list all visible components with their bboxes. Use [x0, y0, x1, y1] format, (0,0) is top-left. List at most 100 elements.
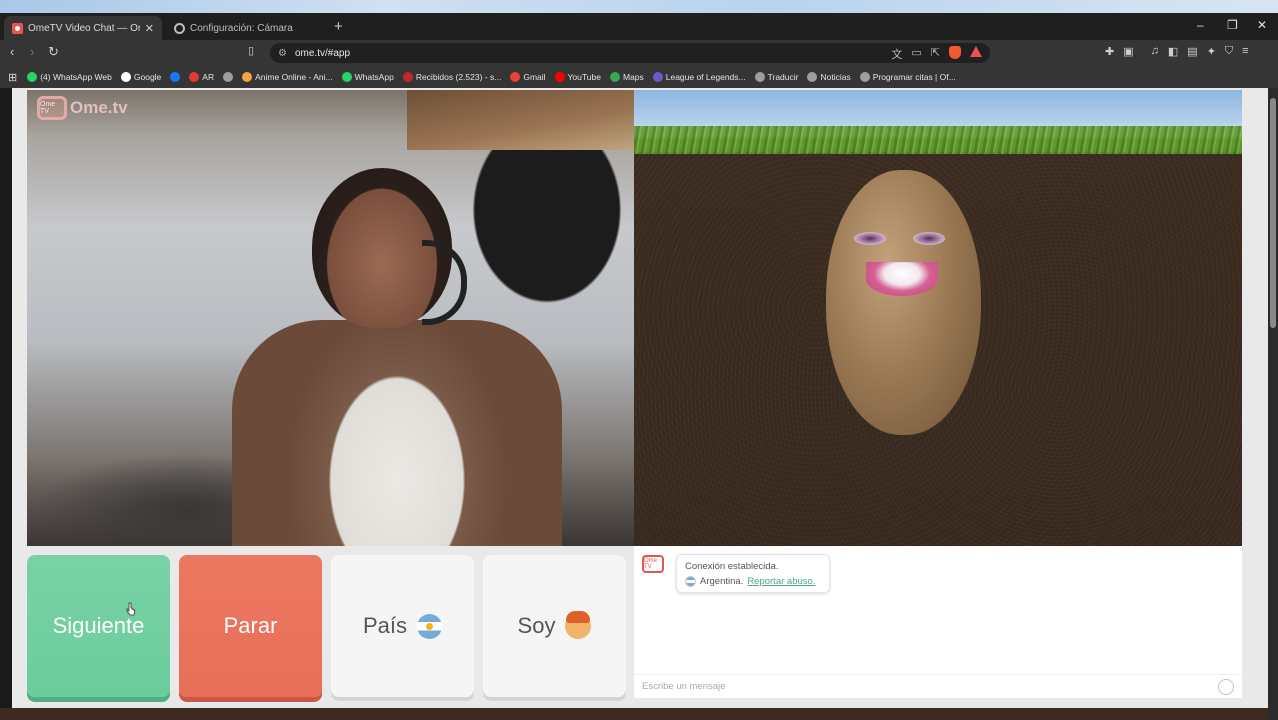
- bookmark-label: Programar citas | Of...: [872, 72, 956, 82]
- bookmark-label: Traducir: [767, 72, 799, 82]
- maximize-button[interactable]: ❐: [1227, 18, 1238, 32]
- bookmark-favicon-icon: [223, 72, 234, 82]
- bookmark-favicon-icon: [554, 72, 565, 82]
- bookmark-label: Gmail: [523, 72, 546, 82]
- extensions-icon[interactable]: ✚: [1105, 45, 1114, 58]
- gear-icon: [174, 22, 185, 34]
- tab-title: Configuración: Cámara: [190, 22, 293, 34]
- translate-icon[interactable]: 文: [891, 46, 902, 62]
- bookmark-item[interactable]: WhatsApp: [341, 72, 394, 82]
- bookmark-label: WhatsApp: [354, 72, 394, 82]
- message-input[interactable]: Escribe un mensaje: [634, 674, 1242, 698]
- bookmark-favicon-icon: [652, 72, 663, 82]
- bookmark-item[interactable]: YouTube: [554, 72, 601, 82]
- bookmark-favicon-icon: [807, 72, 818, 82]
- forward-arrow-icon[interactable]: ›: [30, 44, 34, 59]
- country-button[interactable]: País: [331, 555, 474, 697]
- back-arrow-icon[interactable]: ‹: [10, 44, 14, 59]
- gender-button[interactable]: Soy: [483, 555, 626, 697]
- tv-logo-icon: Ome TV: [37, 96, 67, 120]
- page-scrollbar[interactable]: [1268, 88, 1278, 720]
- bookmark-item[interactable]: (4) WhatsApp Web: [27, 72, 112, 82]
- system-message: Conexión establecida. Argentina. Reporta…: [676, 554, 830, 593]
- remote-video: [634, 90, 1242, 546]
- bookmarks-bar: ⊞ (4) WhatsApp Web Google AR Anime Online -…: [0, 66, 1278, 88]
- leo-ai-icon[interactable]: ✦: [1207, 45, 1216, 58]
- argentina-flag-icon: [417, 613, 443, 639]
- bookmark-favicon-icon: [510, 72, 521, 82]
- ometv-app: Ome TV Ome.tv Siguiente Parar País Soy O…: [12, 88, 1268, 708]
- bookmark-favicon-icon: [27, 72, 38, 82]
- person-body: [232, 320, 562, 546]
- address-bar[interactable]: ⚙ ome.tv/#app 文 ▭ ⇱: [270, 43, 990, 63]
- bookmark-item[interactable]: Anime Online - Ani...: [242, 72, 333, 82]
- mouth: [866, 262, 938, 296]
- sidebar-icon[interactable]: ◧: [1168, 45, 1178, 58]
- bookmark-item[interactable]: AR: [189, 72, 214, 82]
- bookmark-item[interactable]: Traducir: [754, 72, 799, 82]
- bookmark-label: Noticias: [820, 72, 851, 82]
- bookmark-item[interactable]: [223, 72, 234, 82]
- wallet-icon[interactable]: ▤: [1187, 45, 1197, 58]
- report-abuse-link[interactable]: Reportar abuso.: [747, 574, 815, 589]
- web-page: Ome TV Ome.tv Siguiente Parar País Soy O…: [0, 88, 1278, 720]
- share-icon[interactable]: ⇱: [931, 46, 940, 62]
- grass: [634, 126, 1242, 154]
- logo-text: Ome.tv: [70, 98, 128, 117]
- ometv-logo: Ome TV Ome.tv: [37, 96, 128, 120]
- bookmark-item[interactable]: Recibidos (2.523) - s...: [402, 72, 502, 82]
- bookmark-favicon-icon: [242, 72, 253, 82]
- bookmark-label: Recibidos (2.523) - s...: [415, 72, 502, 82]
- url-text: ome.tv/#app: [294, 47, 351, 59]
- bookmark-item[interactable]: Google: [120, 72, 162, 82]
- bookmark-label: AR: [202, 72, 215, 82]
- close-window-button[interactable]: ✕: [1257, 18, 1267, 32]
- cast-icon[interactable]: ▭: [911, 46, 921, 62]
- bookmark-label: Google: [133, 72, 162, 82]
- stop-label: Parar: [223, 613, 278, 638]
- bookmark-item[interactable]: [170, 72, 181, 82]
- scrollbar-thumb[interactable]: [1270, 98, 1276, 328]
- browser-toolbar: ‹ › ↻ ▯ ⚙ ome.tv/#app 文 ▭ ⇱ ✚ ▣ ♫ ◧ ▤ ✦ …: [0, 40, 1278, 66]
- bookmark-favicon-icon: [859, 72, 870, 82]
- chat-panel: Ome TV Conexión establecida. Argentina. …: [634, 546, 1242, 698]
- bookmark-item[interactable]: Noticias: [807, 72, 851, 82]
- site-settings-icon[interactable]: ⚙: [278, 48, 287, 59]
- bookmark-label: League of Legends...: [665, 72, 746, 82]
- media-icon[interactable]: ♫: [1151, 45, 1159, 58]
- desktop-wallpaper-strip: [0, 0, 1278, 13]
- close-tab-icon[interactable]: ✕: [145, 22, 154, 35]
- ometv-favicon-icon: [12, 22, 23, 34]
- bookmark-icon[interactable]: ▯: [248, 44, 254, 57]
- potato-character: [826, 170, 981, 435]
- bookmark-item[interactable]: League of Legends...: [652, 72, 746, 82]
- minimize-button[interactable]: –: [1197, 18, 1204, 32]
- country-text: Argentina.: [700, 576, 744, 587]
- next-button[interactable]: Siguiente: [27, 555, 170, 697]
- reload-icon[interactable]: ↻: [48, 44, 59, 60]
- bookmark-item[interactable]: Programar citas | Of...: [859, 72, 956, 82]
- message-placeholder: Escribe un mensaje: [642, 681, 726, 692]
- mouse-cursor-icon: [126, 602, 136, 616]
- tab-ometv[interactable]: OmeTV Video Chat — Omeg ✕: [4, 16, 162, 40]
- menu-icon[interactable]: ≡: [1242, 45, 1248, 58]
- bookmark-label: YouTube: [567, 72, 601, 82]
- vpn-icon[interactable]: ⛉: [1225, 45, 1233, 58]
- connection-status: Conexión establecida.: [685, 561, 779, 572]
- headset: [422, 240, 467, 325]
- bookmark-favicon-icon: [402, 72, 413, 82]
- bookmark-item[interactable]: Maps: [609, 72, 644, 82]
- bookmark-label: (4) WhatsApp Web: [40, 72, 112, 82]
- bookmark-item[interactable]: Gmail: [510, 72, 546, 82]
- tab-search-icon[interactable]: ▣: [1123, 45, 1133, 58]
- extension-toolbar: ✚ ▣ ♫ ◧ ▤ ✦ ⛉ ≡: [1105, 45, 1249, 58]
- bookmark-favicon-icon: [341, 72, 352, 82]
- emoji-icon[interactable]: [1218, 679, 1234, 695]
- stop-button[interactable]: Parar: [179, 555, 322, 697]
- new-tab-button[interactable]: +: [334, 18, 343, 35]
- brave-rewards-icon[interactable]: [970, 46, 982, 57]
- apps-grid-icon[interactable]: ⊞: [8, 71, 17, 84]
- tab-camera-settings[interactable]: Configuración: Cámara: [166, 16, 326, 40]
- brave-shields-icon[interactable]: [949, 46, 961, 59]
- eye-left: [854, 232, 886, 245]
